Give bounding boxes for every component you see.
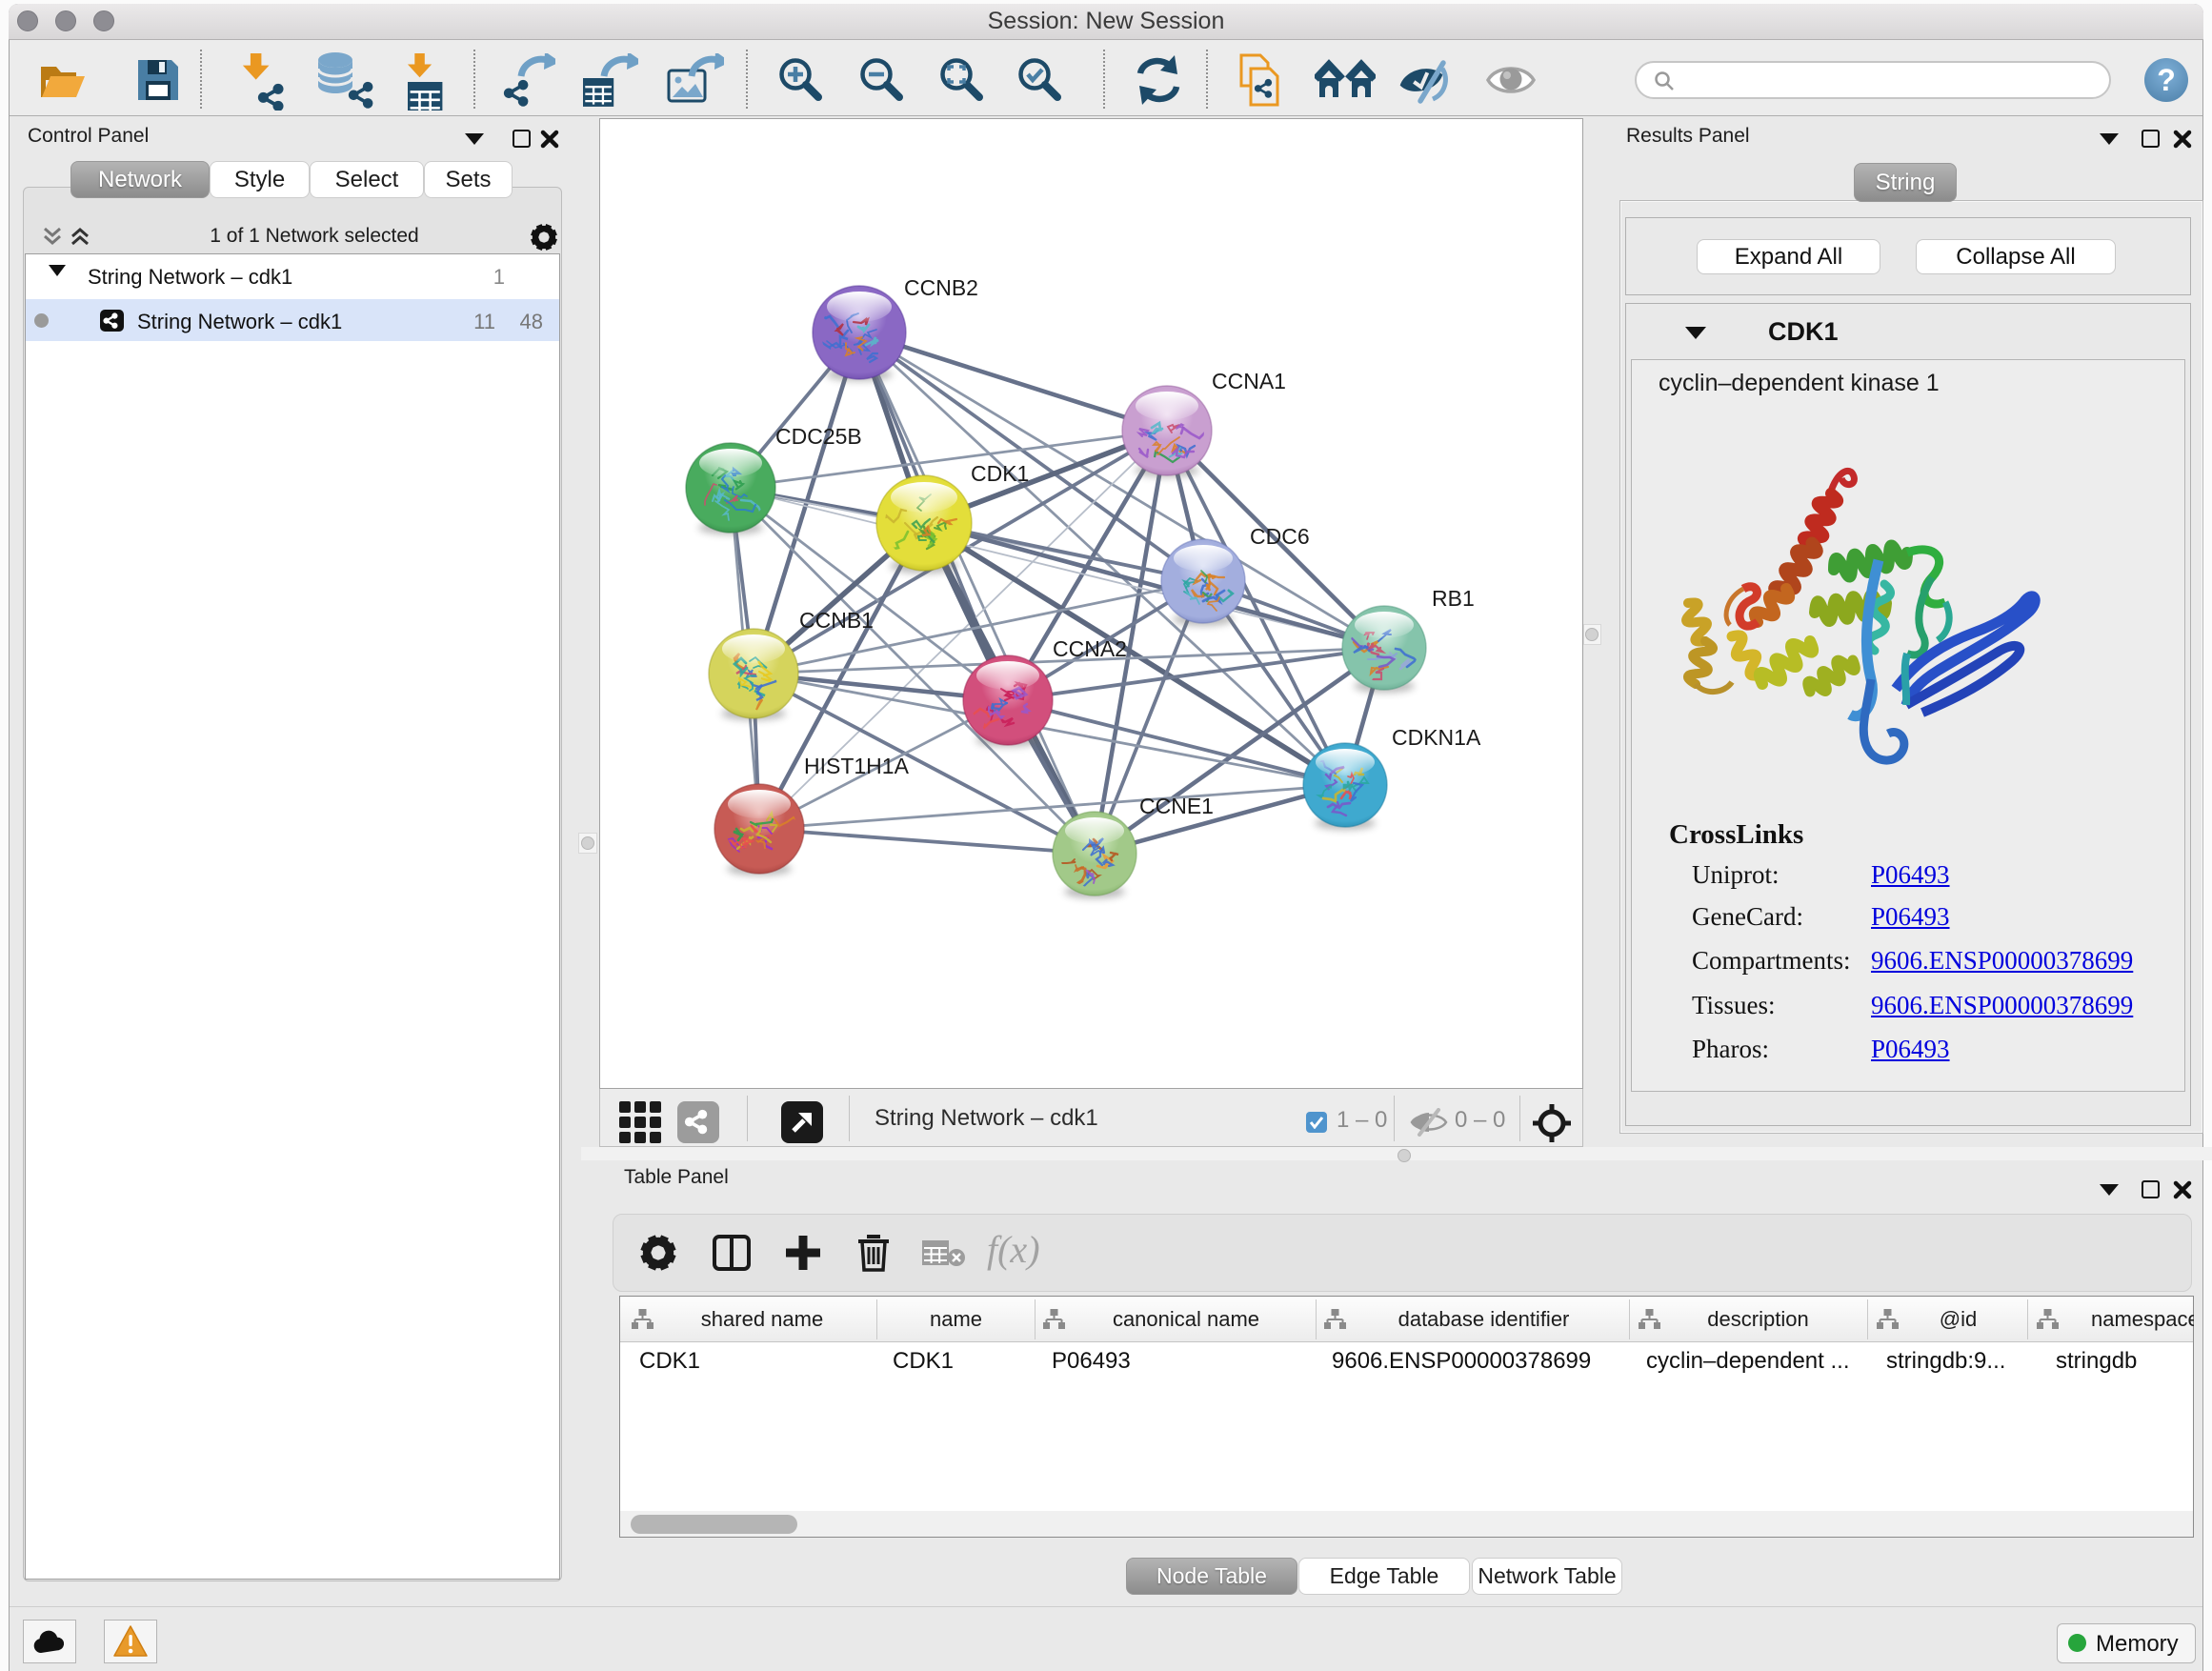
svg-text:CCNA1: CCNA1 (1212, 369, 1286, 393)
svg-text:RB1: RB1 (1432, 586, 1475, 611)
svg-text:HIST1H1A: HIST1H1A (804, 754, 910, 778)
svg-text:CDC25B: CDC25B (775, 424, 862, 449)
svg-text:CDKN1A: CDKN1A (1392, 725, 1481, 750)
svg-text:CDC6: CDC6 (1250, 524, 1310, 549)
svg-text:CDK1: CDK1 (971, 461, 1029, 486)
svg-text:CCNE1: CCNE1 (1139, 794, 1214, 818)
svg-text:CCNB2: CCNB2 (904, 275, 978, 300)
svg-text:CCNB1: CCNB1 (799, 608, 874, 633)
svg-text:CCNA2: CCNA2 (1053, 636, 1127, 661)
